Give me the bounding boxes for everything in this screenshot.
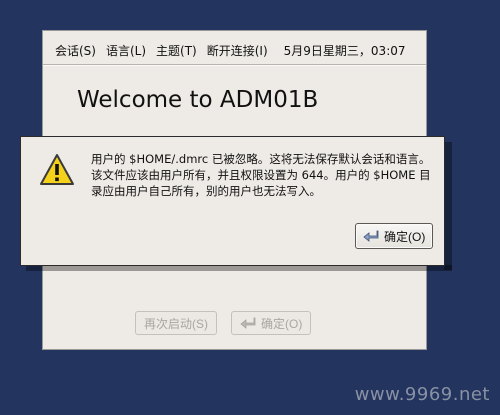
menu-disconnect[interactable]: 断开连接(I) (207, 40, 268, 61)
ok-arrow-icon (363, 229, 379, 243)
menu-language[interactable]: 语言(L) (106, 40, 146, 61)
menubar: 会话(S) 语言(L) 主题(T) 断开连接(I) 5月9日星期三，03:07 (55, 39, 414, 61)
login-ok-button-label: 确定(O) (261, 316, 303, 331)
warning-icon (39, 153, 75, 187)
warning-message: 用户的 $HOME/.dmrc 已被忽略。这将无法保存默认会话和语言。该文件应该… (91, 152, 431, 198)
warning-ok-button-label: 确定(O) (384, 229, 426, 244)
login-ok-button[interactable]: 确定(O) (231, 311, 312, 335)
dialog-shadow-right (444, 142, 452, 270)
watermark: www.9969.net (354, 384, 490, 405)
menu-session[interactable]: 会话(S) (55, 40, 96, 61)
warning-ok-button[interactable]: 确定(O) (355, 223, 434, 249)
clock: 5月9日星期三，03:07 (283, 43, 406, 58)
menu-theme[interactable]: 主题(T) (156, 40, 197, 61)
restart-button-label: 再次启动(S) (144, 316, 208, 331)
welcome-title: Welcome to ADM01B (77, 87, 319, 113)
restart-button[interactable]: 再次启动(S) (135, 311, 217, 335)
ok-arrow-icon (240, 316, 256, 330)
warning-dialog: 用户的 $HOME/.dmrc 已被忽略。这将无法保存默认会话和语言。该文件应该… (20, 136, 445, 266)
login-actions: 再次启动(S) 确定(O) (135, 311, 312, 335)
menubar-divider (43, 64, 426, 66)
